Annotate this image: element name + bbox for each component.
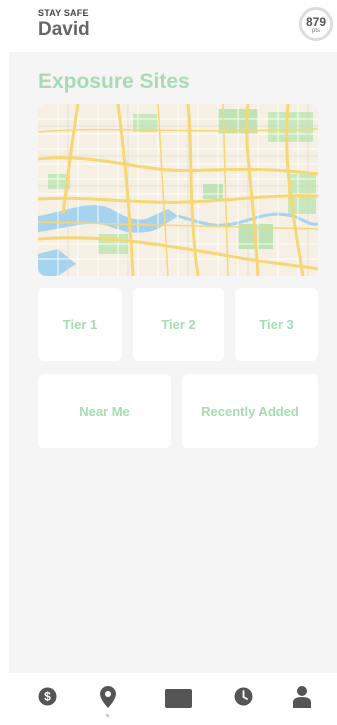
near-me-button[interactable]: Near Me: [38, 374, 171, 448]
app-label: STAY SAFE: [38, 8, 89, 18]
tier-2-button[interactable]: Tier 2: [133, 288, 224, 361]
tier-3-label: Tier 3: [259, 317, 294, 332]
points-unit: pts: [311, 28, 320, 34]
near-me-label: Near Me: [79, 403, 130, 419]
clock-icon: [234, 687, 253, 706]
exposure-map[interactable]: [38, 104, 318, 276]
points-value: 879: [305, 15, 327, 29]
card-icon: [165, 689, 192, 708]
tier-1-label: Tier 1: [62, 317, 98, 332]
tier-3-button[interactable]: Tier 3: [235, 288, 318, 361]
nav-card[interactable]: [165, 689, 192, 713]
tier-1-button[interactable]: Tier 1: [38, 288, 122, 361]
location-pin-icon: [100, 686, 116, 708]
nav-history[interactable]: [234, 687, 253, 711]
svg-text:$: $: [44, 690, 51, 704]
tier-2-label: Tier 2: [161, 317, 196, 332]
nav-location[interactable]: [100, 686, 116, 713]
person-icon: [293, 686, 311, 708]
nav-dollar[interactable]: $: [38, 687, 57, 711]
main-content: Exposure Sites Tier 1 Tier 2 Tier 3 Near…: [9, 52, 337, 673]
page-title: Exposure Sites: [38, 70, 190, 93]
map-image: [38, 104, 318, 276]
active-indicator: [106, 714, 109, 717]
bottom-nav: $: [0, 673, 337, 725]
recently-added-label: Recently Added: [201, 403, 299, 419]
user-name: David: [38, 19, 90, 40]
recently-added-button[interactable]: Recently Added: [182, 374, 318, 448]
app-header: STAY SAFE David 879 pts: [0, 0, 337, 52]
nav-profile[interactable]: [293, 686, 311, 713]
dollar-icon: $: [38, 687, 57, 706]
points-badge[interactable]: 879 pts: [299, 7, 333, 41]
